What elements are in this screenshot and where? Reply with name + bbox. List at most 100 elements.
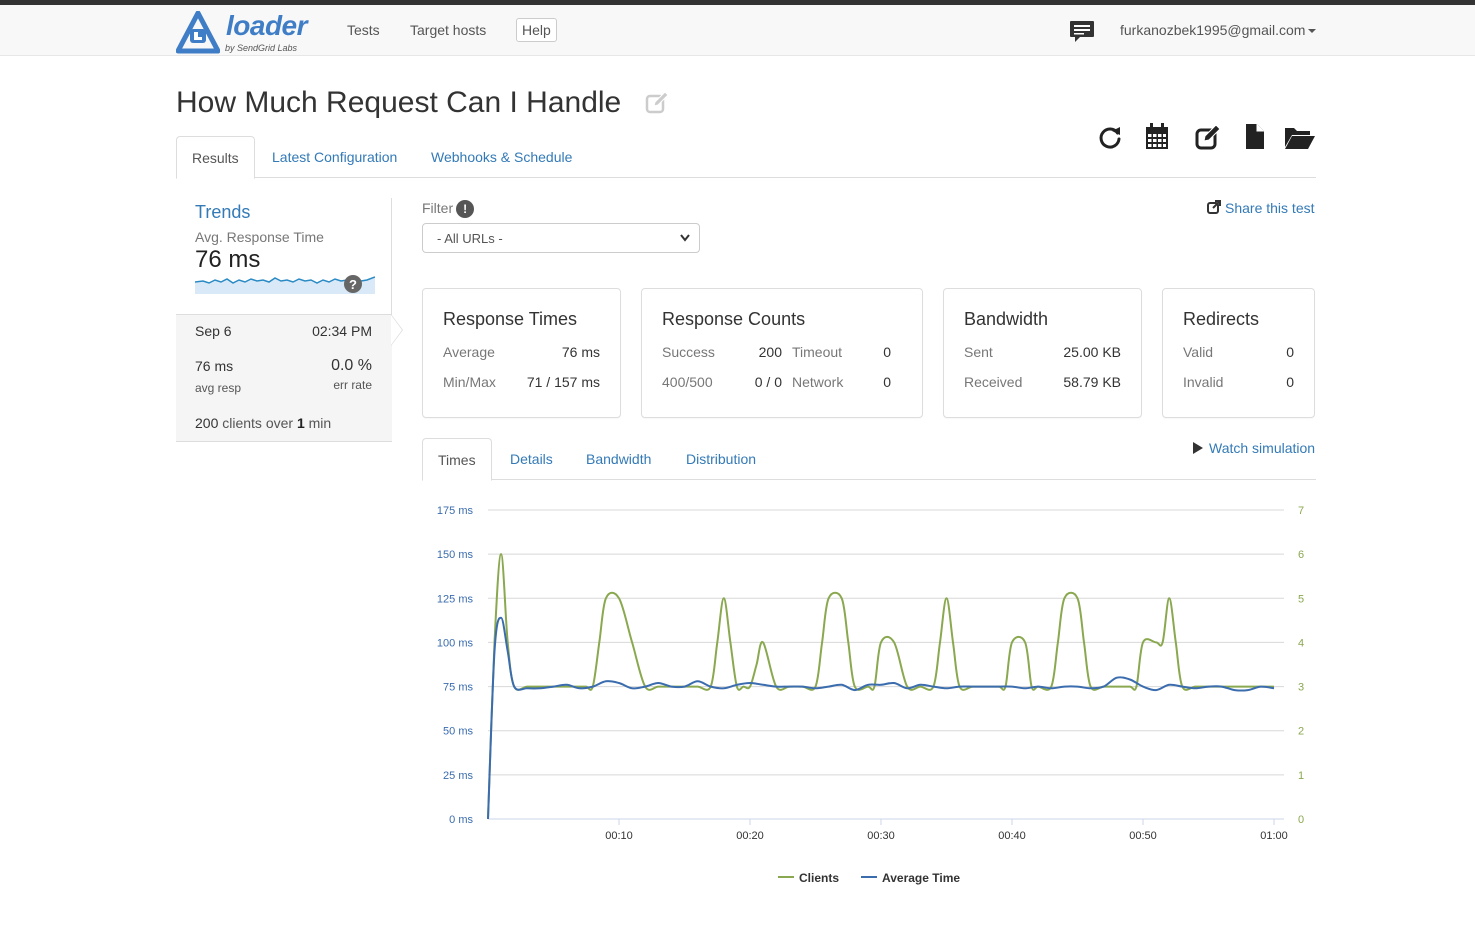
bandwidth-card: Bandwidth Sent 25.00 KB Received 58.79 K… [943,288,1142,418]
trends-metric-value: 76 ms [195,246,261,273]
timeout-label: Timeout [792,344,843,360]
success-label: Success [662,344,715,360]
logo-wordmark: loader [226,10,308,41]
y-right-tick-label: 6 [1298,549,1304,561]
valid-value: 0 [1286,344,1294,360]
y-right-tick-label: 1 [1298,770,1304,782]
edit-title-icon[interactable] [645,91,669,115]
chevron-down-icon [680,234,690,242]
timeout-value: 0 [883,344,891,360]
bandwidth-title: Bandwidth [964,309,1049,329]
response-times-card: Response Times Average 76 ms Min/Max 71 … [422,288,621,418]
y-left-tick-label: 100 ms [437,637,474,649]
run-duration: 1 [296,415,305,431]
chart-tabs: Times Details Bandwidth Distribution [422,438,1316,481]
watch-simulation-link[interactable]: Watch simulation [1193,440,1315,456]
tab-times[interactable]: Times [422,438,492,481]
play-icon [1193,442,1203,455]
share-icon [1207,200,1221,214]
y-right-tick-label: 5 [1298,593,1304,605]
x-tick-label: 00:10 [605,830,633,842]
received-label: Received [964,374,1023,390]
run-selected-arrow-inner [391,315,402,345]
average-value: 76 ms [561,344,600,360]
network-label: Network [792,374,844,390]
tab-webhooks-schedule[interactable]: Webhooks & Schedule [416,136,587,178]
y-right-tick-label: 7 [1298,505,1304,517]
folder-open-icon[interactable] [1284,123,1316,151]
page-title: How Much Request Can I Handle [176,86,622,119]
filter-label-text: Filter [422,200,454,216]
response-times-title: Response Times [443,309,578,329]
nav-target-hosts-link[interactable]: Target hosts [410,22,486,38]
y-right-tick-label: 4 [1298,637,1304,649]
x-tick-label: 00:30 [867,830,895,842]
user-menu[interactable]: furkanozbek1995@gmail.com [1120,22,1317,38]
tab-bandwidth[interactable]: Bandwidth [571,438,666,480]
times-chart: 0 ms 025 ms 150 ms 275 ms 3100 ms 4125 ms 5150… [437,505,1304,885]
legend-label: Clients [799,871,839,885]
y-left-tick-label: 25 ms [443,770,473,782]
trend-sparkline: ? [195,275,375,294]
run-time: 02:34 PM [312,323,372,339]
trends-title[interactable]: Trends [195,202,250,223]
minmax-label: Min/Max [443,374,496,390]
run-duration-unit: min [304,415,332,431]
y-right-tick-label: 2 [1298,726,1304,738]
average-label: Average [443,344,495,360]
url-filter-select[interactable]: - All URLs - [422,223,700,253]
errors-value: 0 / 0 [754,374,782,390]
valid-label: Valid [1183,344,1214,360]
caret-down-icon [1308,29,1317,34]
run-avg-resp: 76 ms [195,358,234,374]
share-test-link[interactable]: Share this test [1207,200,1315,216]
run-date: Sep 6 [195,323,232,339]
y-left-tick-label: 75 ms [443,682,473,694]
legend-label: Average Time [882,871,960,885]
trends-sidebar: Trends Avg. Response Time 76 ms ? Sep 6 … [176,198,403,442]
errors-label: 400/500 [662,374,713,390]
success-value: 200 [758,344,782,360]
run-err-rate: 0.0 % [331,357,372,374]
tab-results[interactable]: Results [176,136,255,179]
invalid-value: 0 [1286,374,1294,390]
y-right-tick-label: 3 [1298,682,1304,694]
tab-latest-configuration[interactable]: Latest Configuration [257,136,412,178]
series-line-average-time [487,616,1275,820]
sent-label: Sent [964,344,993,360]
watch-simulation-text: Watch simulation [1209,440,1316,456]
file-icon[interactable] [1244,123,1266,151]
url-filter-value: - All URLs - [437,231,503,246]
y-left-tick-label: 50 ms [443,726,473,738]
edit-icon[interactable] [1195,123,1221,151]
invalid-label: Invalid [1183,374,1224,390]
navbar: loader by SendGrid Labs Tests Target hos… [0,5,1475,56]
help-button[interactable]: Help [516,18,557,42]
response-counts-title: Response Counts [662,309,806,329]
response-counts-card: Response Counts Success 200 Timeout 0 40… [641,288,923,418]
trends-metric-label: Avg. Response Time [195,229,324,245]
y-left-tick-label: 125 ms [437,593,474,605]
network-value: 0 [883,374,891,390]
x-tick-label: 00:20 [736,830,764,842]
sparkline-help-text: ? [349,277,357,292]
filter-label: Filter! [422,200,475,219]
x-tick-label: 01:00 [1260,830,1288,842]
run-summary[interactable]: Sep 6 02:34 PM 76 ms avg resp 0.0 % err … [176,314,392,442]
logo-subtitle: by SendGrid Labs [225,43,298,53]
run-clients-mid: clients over [218,415,297,431]
user-email: furkanozbek1995@gmail.com [1120,22,1306,38]
run-err-rate-label: err rate [333,378,372,392]
run-clients-count: 200 [195,415,219,431]
chat-icon[interactable] [1069,20,1095,44]
nav-tests-link[interactable]: Tests [347,22,380,38]
refresh-icon[interactable] [1098,123,1122,151]
calendar-icon[interactable] [1145,123,1169,151]
loader-logo[interactable]: loader by SendGrid Labs [176,9,316,55]
run-avg-resp-label: avg resp [195,381,242,395]
y-left-tick-label: 175 ms [437,505,474,517]
received-value: 58.79 KB [1063,374,1121,390]
info-icon[interactable]: ! [456,200,475,219]
tab-distribution[interactable]: Distribution [671,438,771,480]
tab-details[interactable]: Details [495,438,568,480]
